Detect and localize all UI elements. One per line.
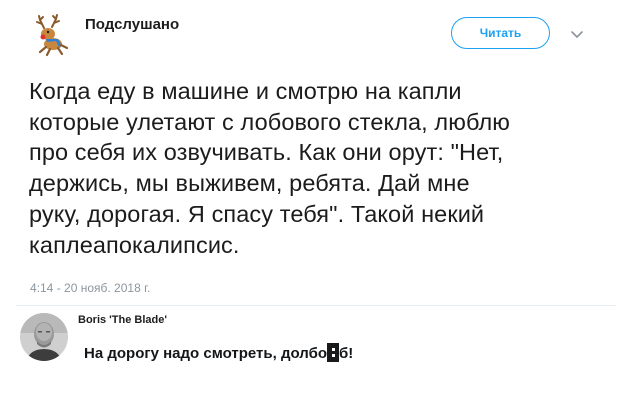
follow-button[interactable]: Читать — [451, 17, 550, 49]
author-name[interactable]: Подслушано — [85, 16, 179, 33]
reply-text-start: На дорогу надо смотреть, долбо — [84, 345, 328, 362]
reply-text-end: б! — [339, 345, 354, 362]
reindeer-logo-graphic — [36, 14, 69, 57]
tweet-card: Подслушано Читать Когда еду в машине и с… — [0, 0, 619, 402]
tweet-timestamp[interactable]: 4:14 - 20 нояб. 2018 г. — [30, 281, 150, 295]
divider — [16, 305, 616, 306]
reindeer-logo-icon[interactable] — [26, 12, 74, 60]
chevron-down-icon[interactable] — [569, 28, 585, 42]
reply-author-name[interactable]: Boris 'The Blade' — [78, 314, 167, 326]
reply-text: На дорогу надо смотреть, долбо б! — [84, 343, 353, 362]
user-photo-avatar[interactable] — [20, 313, 68, 361]
user-photo-graphic — [20, 313, 68, 361]
tweet-text: Когда еду в машине и смотрю на капли кот… — [29, 78, 511, 258]
chevron-down-graphic — [571, 31, 583, 38]
censor-block-icon — [327, 343, 340, 362]
